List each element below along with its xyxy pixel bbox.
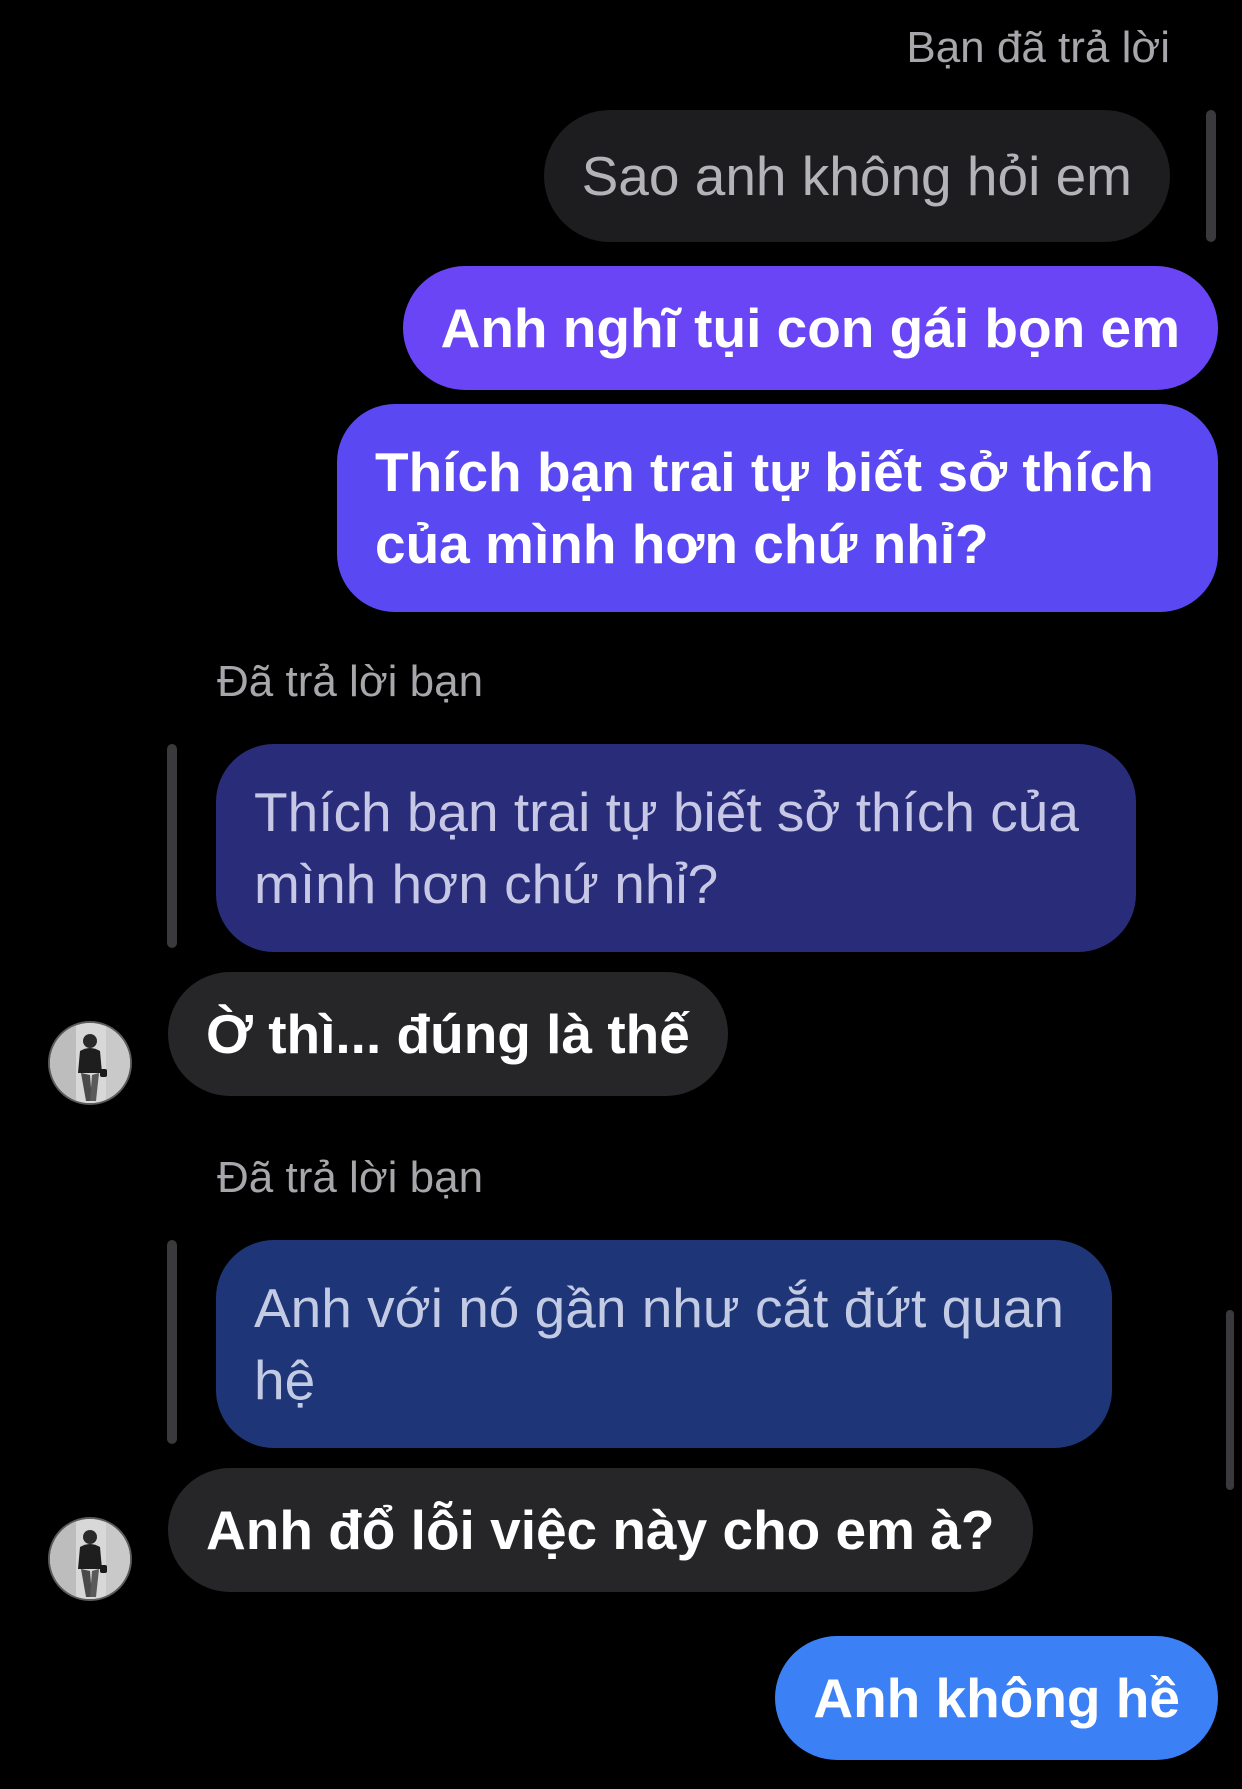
received-message-bubble[interactable]: Anh đổ lỗi việc này cho em à?: [168, 1468, 1033, 1592]
person-photo-icon: [50, 1519, 130, 1599]
contact-avatar[interactable]: [48, 1021, 132, 1105]
contact-avatar[interactable]: [48, 1517, 132, 1601]
reply-label-replied-you: Đã trả lời bạn: [217, 657, 484, 706]
quoted-message-bubble[interactable]: Sao anh không hỏi em: [543, 110, 1170, 242]
sent-message-bubble[interactable]: Thích bạn trai tự biết sở thích của mình…: [337, 404, 1218, 612]
sent-message-bubble[interactable]: Anh không hề: [775, 1636, 1218, 1760]
person-photo-icon: [50, 1023, 130, 1103]
quoted-message-bubble[interactable]: Anh với nó gần như cắt đứt quan hệ: [216, 1240, 1112, 1448]
reply-label-replied-you: Đã trả lời bạn: [217, 1153, 484, 1202]
quote-bar: [167, 1240, 177, 1444]
quote-bar: [1206, 110, 1216, 242]
reply-label-you-replied: Bạn đã trả lời: [906, 23, 1170, 72]
sent-message-bubble[interactable]: Anh nghĩ tụi con gái bọn em: [402, 266, 1218, 390]
quoted-message-bubble[interactable]: Thích bạn trai tự biết sở thích của mình…: [216, 744, 1136, 952]
received-message-bubble[interactable]: Ờ thì... đúng là thế: [168, 972, 728, 1096]
quote-bar: [167, 744, 177, 948]
scrollbar[interactable]: [1226, 1310, 1234, 1490]
